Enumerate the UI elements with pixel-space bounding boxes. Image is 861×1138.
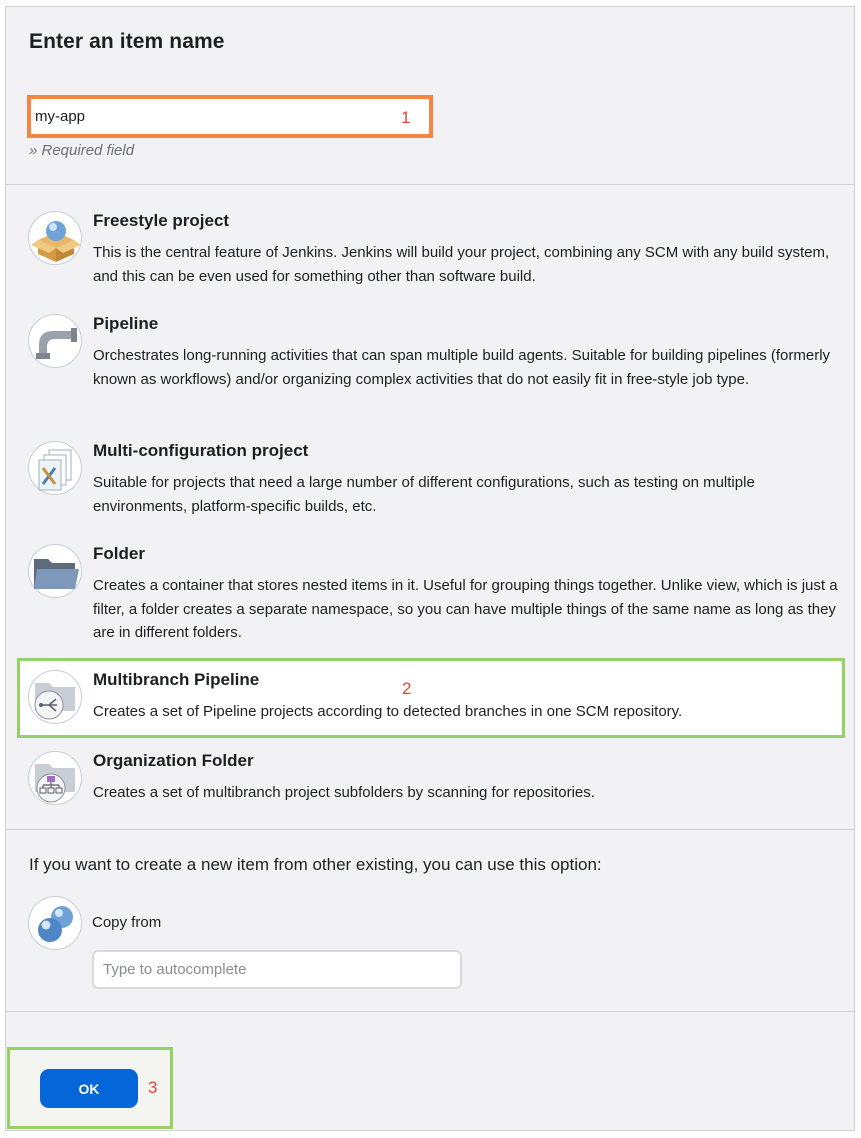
item-type-multibranch-pipeline[interactable]: Multibranch Pipeline Creates a set of Pi… — [28, 670, 838, 730]
item-type-folder[interactable]: Folder Creates a container that stores n… — [28, 544, 838, 644]
item-type-description: Creates a container that stores nested i… — [93, 577, 838, 641]
callout-1: 1 — [401, 108, 411, 127]
item-type-title: Multibranch Pipeline — [93, 670, 260, 689]
item-name-field[interactable] — [27, 95, 433, 138]
item-type-title: Folder — [93, 544, 145, 563]
item-type-multi-configuration[interactable]: Multi-configuration project Suitable for… — [28, 441, 838, 521]
item-name-input[interactable] — [35, 103, 395, 130]
branch-folder-icon — [28, 670, 82, 724]
item-type-freestyle[interactable]: Freestyle project This is the central fe… — [28, 211, 838, 291]
item-type-description: This is the central feature of Jenkins. … — [93, 244, 830, 285]
item-type-title: Pipeline — [93, 314, 159, 333]
item-type-description: Orchestrates long-running activities tha… — [93, 347, 831, 388]
copy-intro-text: If you want to create a new item from ot… — [29, 855, 602, 874]
org-tree-icon — [28, 751, 82, 805]
copy-from-label: Copy from — [92, 914, 162, 931]
divider — [5, 1011, 855, 1012]
copy-from-input[interactable] — [92, 950, 462, 989]
folder-icon — [28, 544, 82, 598]
documents-icon — [28, 441, 82, 495]
required-field-hint: » Required field — [29, 142, 135, 159]
freestyle-box-icon — [28, 211, 82, 265]
item-type-description: Creates a set of Pipeline projects accor… — [93, 703, 683, 720]
page-title: Enter an item name — [29, 30, 225, 53]
item-type-title: Organization Folder — [93, 751, 254, 770]
item-type-description: Creates a set of multibranch project sub… — [93, 784, 595, 801]
pipe-icon — [28, 314, 82, 368]
callout-3: 3 — [148, 1078, 158, 1097]
copy-spheres-icon — [28, 896, 82, 950]
item-type-description: Suitable for projects that need a large … — [93, 474, 755, 515]
item-type-title: Freestyle project — [93, 211, 230, 230]
item-type-title: Multi-configuration project — [93, 441, 309, 460]
item-type-organization-folder[interactable]: Organization Folder Creates a set of mul… — [28, 751, 838, 811]
divider — [5, 184, 855, 185]
item-type-pipeline[interactable]: Pipeline Orchestrates long-running activ… — [28, 314, 838, 414]
divider — [5, 829, 855, 830]
callout-2: 2 — [402, 679, 412, 698]
ok-button[interactable]: OK — [40, 1069, 138, 1108]
